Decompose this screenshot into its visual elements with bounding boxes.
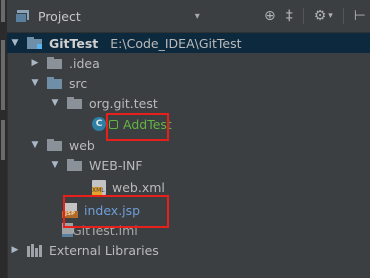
scroll-from-source-icon[interactable]: ⊕ bbox=[264, 8, 276, 24]
web-folder-icon bbox=[47, 139, 63, 151]
file-label: index.jsp bbox=[84, 202, 141, 218]
project-icon bbox=[15, 9, 30, 23]
folder-label: src bbox=[69, 75, 88, 91]
module-folder-icon bbox=[27, 37, 43, 49]
class-label: AddTest bbox=[123, 116, 172, 132]
tree-row-webxml[interactable]: XML web.xml bbox=[7, 177, 370, 197]
collapse-all-icon[interactable]: ‡ bbox=[286, 8, 293, 24]
tree-row-package[interactable]: ▼ org.git.test bbox=[7, 93, 370, 113]
file-label: web.xml bbox=[112, 179, 165, 195]
chevron-down-icon[interactable]: ▼ bbox=[29, 140, 41, 150]
folder-label: WEB-INF bbox=[89, 157, 143, 173]
tree-row-iml[interactable]: GitTest.iml bbox=[7, 220, 370, 240]
package-label: org.git.test bbox=[89, 95, 158, 111]
toolbar-divider bbox=[342, 8, 344, 24]
tree-row-webinf[interactable]: ▼ WEB-INF bbox=[7, 155, 370, 175]
project-panel-header: Project ▾ ⊕ ‡ ⚙ ▾ ⊢ bbox=[7, 0, 370, 33]
chevron-down-icon[interactable]: ▼ bbox=[49, 98, 61, 108]
libraries-icon bbox=[27, 243, 43, 257]
chevron-right-icon[interactable]: ▶ bbox=[29, 58, 41, 68]
folder-label: .idea bbox=[69, 55, 100, 71]
gutter-marker bbox=[1, 40, 5, 110]
tree-row-indexjsp[interactable]: JSP index.jsp bbox=[7, 200, 370, 220]
package-folder-icon bbox=[67, 97, 83, 109]
folder-icon bbox=[47, 57, 63, 69]
source-folder-icon bbox=[47, 77, 63, 89]
lock-icon bbox=[109, 119, 118, 129]
file-label: GitTest.iml bbox=[72, 222, 138, 238]
chevron-right-icon[interactable]: ▶ bbox=[9, 245, 21, 255]
gutter-marker bbox=[1, 0, 5, 22]
chevron-down-icon[interactable]: ▼ bbox=[9, 38, 21, 48]
settings-caret-icon[interactable]: ▾ bbox=[328, 11, 333, 21]
tree-row-web[interactable]: ▼ web bbox=[7, 135, 370, 155]
toolbar-divider bbox=[302, 8, 304, 24]
gutter-marker bbox=[1, 120, 5, 160]
chevron-down-icon[interactable]: ▼ bbox=[29, 78, 41, 88]
panel-title[interactable]: Project bbox=[38, 9, 81, 24]
tree-row-addtest[interactable]: C AddTest bbox=[7, 114, 370, 134]
module-file-icon bbox=[62, 223, 73, 237]
view-dropdown-icon[interactable]: ▾ bbox=[195, 11, 200, 22]
folder-label: web bbox=[69, 137, 95, 153]
tree-row-external-libraries[interactable]: ▶ External Libraries bbox=[7, 240, 370, 260]
tree-row-idea[interactable]: ▶ .idea bbox=[7, 53, 370, 73]
libraries-label: External Libraries bbox=[49, 242, 159, 258]
settings-gear-icon[interactable]: ⚙ bbox=[314, 8, 327, 24]
tree-row-src[interactable]: ▼ src bbox=[7, 73, 370, 93]
chevron-down-icon[interactable]: ▼ bbox=[49, 160, 61, 170]
xml-file-icon: XML bbox=[92, 179, 106, 195]
root-module-name: GitTest bbox=[49, 35, 99, 51]
jsp-file-icon: JSP bbox=[62, 202, 78, 218]
folder-icon bbox=[67, 159, 83, 171]
hide-panel-icon[interactable]: ⊢ bbox=[354, 8, 366, 24]
java-class-icon: C bbox=[92, 117, 106, 131]
tree-row-root[interactable]: ▼ GitTest E:\Code_IDEA\GitTest bbox=[7, 33, 370, 53]
root-module-path: E:\Code_IDEA\GitTest bbox=[110, 35, 242, 51]
